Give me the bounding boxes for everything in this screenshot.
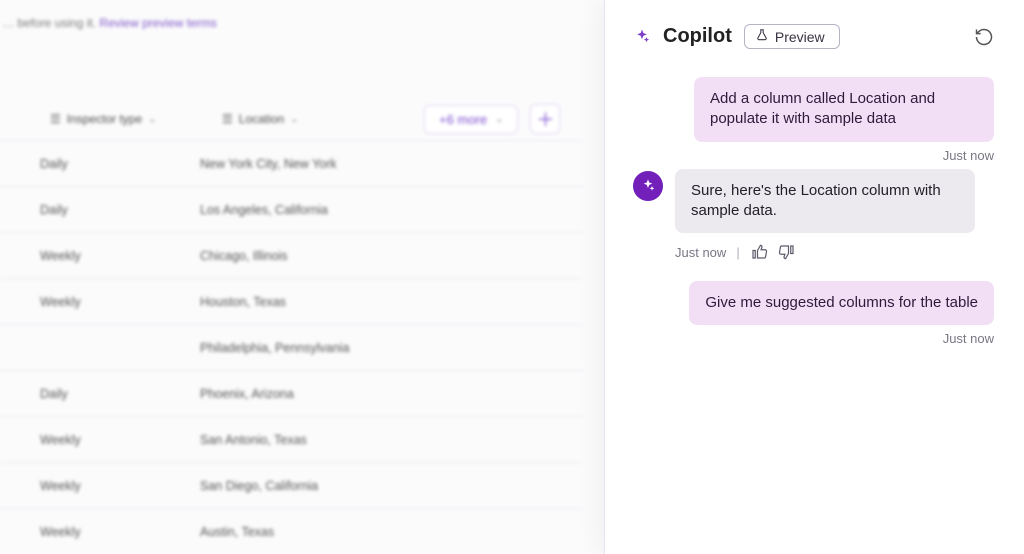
assistant-bubble: Sure, here's the Location column with sa… [675, 169, 975, 234]
copilot-pane: Copilot Preview Add a column called Loca… [604, 0, 1024, 554]
data-table: ☰ Inspector type ⌄ ☰ Location ⌄ +6 more … [0, 98, 584, 554]
preview-banner: … before using it. Review preview terms [0, 12, 584, 38]
chevron-down-icon: ⌄ [495, 114, 503, 125]
table-row[interactable]: Weekly San Diego, California [0, 462, 584, 508]
cell-inspector: Daily [40, 157, 200, 171]
assistant-feedback-row: Just now | [675, 243, 994, 261]
cell-location: San Antonio, Texas [200, 433, 500, 447]
user-bubble: Give me suggested columns for the table [689, 281, 994, 325]
table-row[interactable]: Weekly San Antonio, Texas [0, 416, 584, 462]
copilot-avatar [633, 171, 663, 201]
table-row[interactable]: Weekly Chicago, Illinois [0, 232, 584, 278]
column-header-label: Location [239, 112, 284, 126]
table-row[interactable]: Daily New York City, New York [0, 140, 584, 186]
cell-location: Chicago, Illinois [200, 249, 500, 263]
column-header-inspector-type[interactable]: ☰ Inspector type ⌄ [40, 106, 200, 132]
cell-inspector: Weekly [40, 433, 200, 447]
column-header-label: Inspector type [67, 112, 142, 126]
add-column-button[interactable]: ＋ [530, 104, 560, 134]
chevron-down-icon: ⌄ [148, 114, 156, 125]
table-row[interactable]: Daily Los Angeles, California [0, 186, 584, 232]
table-header-row: ☰ Inspector type ⌄ ☰ Location ⌄ +6 more … [0, 98, 584, 140]
abc-icon: ☰ [50, 112, 61, 126]
cell-inspector: Weekly [40, 479, 200, 493]
more-columns-label: +6 more [439, 112, 487, 127]
more-columns-pill[interactable]: +6 more ⌄ [424, 105, 518, 134]
sparkle-icon [633, 28, 651, 46]
timestamp: Just now [943, 148, 994, 163]
thumbs-down-button[interactable] [778, 243, 796, 261]
banner-link[interactable]: Review preview terms [99, 16, 216, 30]
cell-location: Philadelphia, Pennsylvania [200, 341, 500, 355]
chat-thread: Add a column called Location and populat… [633, 77, 994, 346]
table-canvas: … before using it. Review preview terms … [0, 0, 604, 554]
table-row[interactable]: Weekly Austin, Texas [0, 508, 584, 554]
chevron-down-icon: ⌄ [290, 114, 298, 125]
cell-location: Austin, Texas [200, 525, 500, 539]
separator: | [736, 245, 739, 260]
table-row[interactable]: Daily Phoenix, Arizona [0, 370, 584, 416]
preview-badge[interactable]: Preview [744, 24, 840, 49]
copilot-title: Copilot [663, 25, 732, 48]
column-header-location[interactable]: ☰ Location ⌄ [212, 106, 412, 132]
banner-text: … before using it. [2, 16, 96, 30]
user-bubble: Add a column called Location and populat… [694, 77, 994, 142]
user-message: Add a column called Location and populat… [633, 77, 994, 163]
table-row[interactable]: Philadelphia, Pennsylvania [0, 324, 584, 370]
refresh-button[interactable] [974, 27, 994, 47]
copilot-header: Copilot Preview [633, 24, 994, 49]
cell-location: New York City, New York [200, 157, 500, 171]
cell-inspector: Weekly [40, 249, 200, 263]
cell-inspector: Weekly [40, 525, 200, 539]
preview-label: Preview [775, 29, 825, 45]
flask-icon [755, 28, 769, 45]
timestamp: Just now [943, 331, 994, 346]
cell-inspector: Daily [40, 203, 200, 217]
assistant-message: Sure, here's the Location column with sa… [633, 169, 994, 234]
thumbs-up-button[interactable] [750, 243, 768, 261]
cell-location: San Diego, California [200, 479, 500, 493]
table-row[interactable]: Weekly Houston, Texas [0, 278, 584, 324]
user-message: Give me suggested columns for the table … [633, 281, 994, 346]
timestamp: Just now [675, 245, 726, 260]
plus-icon: ＋ [536, 106, 554, 132]
cell-inspector: Weekly [40, 295, 200, 309]
cell-location: Houston, Texas [200, 295, 500, 309]
abc-icon: ☰ [222, 112, 233, 126]
cell-location: Phoenix, Arizona [200, 387, 500, 401]
cell-inspector: Daily [40, 387, 200, 401]
cell-location: Los Angeles, California [200, 203, 500, 217]
